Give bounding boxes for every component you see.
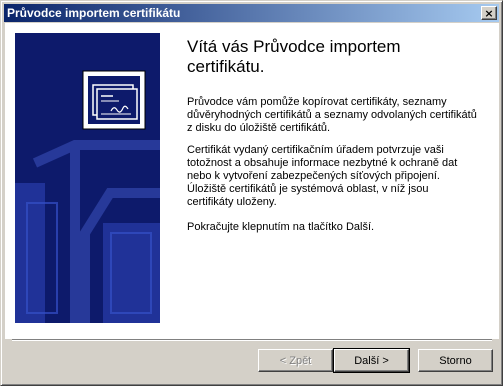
- welcome-heading: Vítá vás Průvodce importem certifikátu.: [187, 37, 401, 76]
- back-button[interactable]: < Zpět: [258, 349, 333, 372]
- banner-graphic: [15, 33, 160, 323]
- certificate-description: Certifikát vydaný certifikačním úřadem p…: [187, 144, 458, 208]
- wizard-content: Vítá vás Průvodce importem certifikátu. …: [5, 23, 499, 339]
- title-bar[interactable]: Průvodce importem certifikátu ×: [4, 4, 499, 22]
- intro-paragraph: Průvodce vám pomůže kopírovat certifikát…: [187, 96, 477, 134]
- wizard-window: Průvodce importem certifikátu × Vítá vás…: [0, 0, 503, 386]
- certificate-icon: [82, 70, 146, 130]
- close-icon: ×: [484, 6, 494, 20]
- close-button[interactable]: ×: [481, 6, 497, 20]
- continue-instruction: Pokračujte klepnutím na tlačítko Další.: [187, 221, 375, 233]
- next-button[interactable]: Další >: [333, 348, 410, 373]
- window-title: Průvodce importem certifikátu: [7, 6, 181, 20]
- wizard-banner: [15, 33, 160, 323]
- cancel-button[interactable]: Storno: [418, 349, 493, 372]
- button-separator: [12, 339, 492, 341]
